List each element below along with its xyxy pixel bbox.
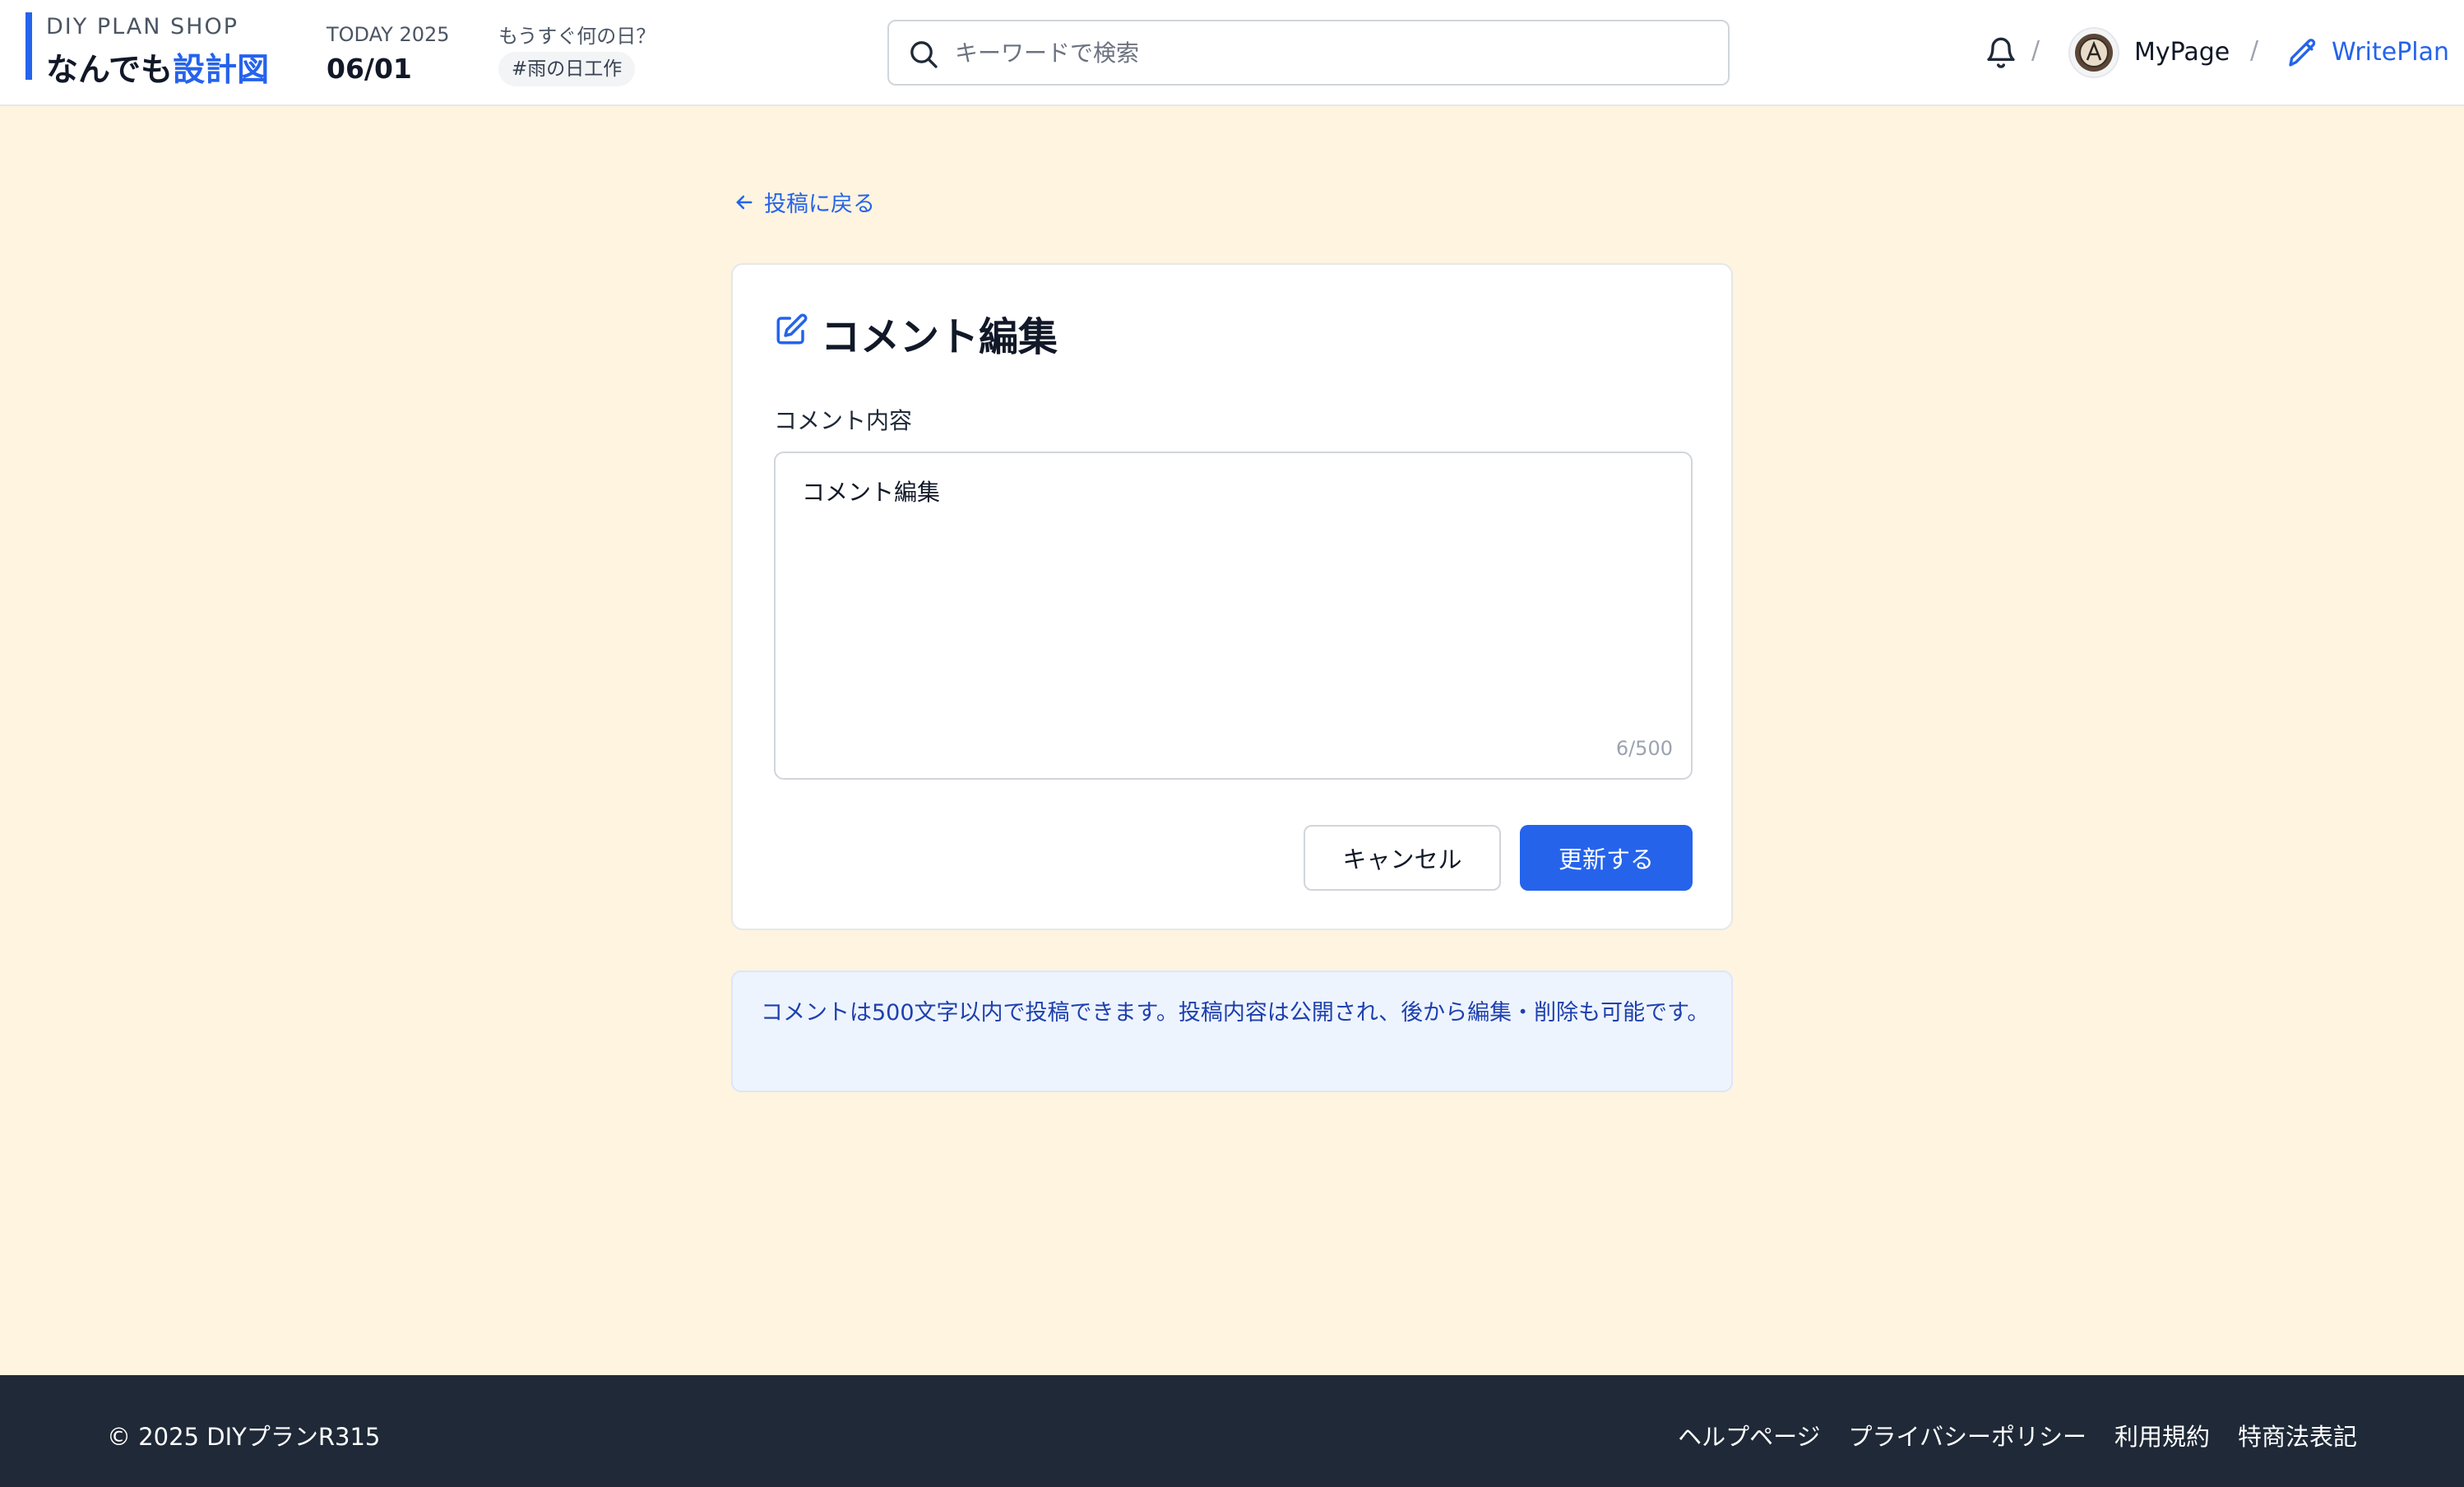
avatar-icon	[2075, 34, 2113, 72]
search-icon	[910, 41, 938, 68]
update-button[interactable]: 更新する	[1520, 825, 1693, 891]
search-box[interactable]	[887, 20, 1730, 86]
comment-edit-card: コメント編集 コメント内容 6/500 キャンセル 更新する	[731, 263, 1733, 930]
site-header: DIY PLAN SHOP なんでも設計図 TODAY 2025 06/01 も…	[0, 0, 2464, 106]
header-separator: /	[2031, 36, 2040, 65]
today-label: TODAY 2025	[327, 23, 450, 46]
arrow-left-icon	[736, 195, 753, 209]
avatar[interactable]	[2068, 27, 2119, 78]
brand-accent-bar	[25, 12, 32, 80]
char-counter: 6/500	[1615, 737, 1673, 760]
footer-link-privacy[interactable]: プライバシーポリシー	[1849, 1418, 2087, 1452]
brand-logo-prefix: なんでも	[46, 52, 174, 89]
comment-field-label: コメント内容	[774, 407, 913, 434]
brand-subtitle[interactable]: DIY PLAN SHOP	[46, 14, 239, 39]
comment-textarea-wrapper: 6/500	[774, 452, 1693, 780]
notice-text: コメントは500文字以内で投稿できます。投稿内容は公開され、後から編集・削除も可…	[761, 1000, 1710, 1026]
site-footer: © 2025 DIYプランR315 ヘルプページ プライバシーポリシー 利用規約…	[0, 1375, 2464, 1487]
footer-links: ヘルプページ プライバシーポリシー 利用規約 特商法表記	[1650, 1418, 2357, 1452]
pencil-icon[interactable]	[2286, 36, 2319, 69]
search-input[interactable]	[955, 21, 1711, 84]
comment-textarea[interactable]	[802, 476, 1657, 723]
brand-logo-accent: 設計図	[173, 52, 270, 89]
today-date: 06/01	[327, 53, 412, 85]
header-separator: /	[2250, 36, 2259, 65]
upcoming-day-tag[interactable]: #雨の日工作	[498, 52, 636, 86]
edit-icon	[776, 313, 808, 345]
footer-link-help[interactable]: ヘルプページ	[1678, 1418, 1820, 1452]
brand-logo[interactable]: なんでも設計図	[46, 44, 269, 90]
bell-icon[interactable]	[1985, 35, 2017, 71]
mypage-link[interactable]: MyPage	[2134, 38, 2230, 67]
back-link-label: 投稿に戻る	[764, 192, 875, 217]
copyright-text: © 2025 DIYプランR315	[107, 1423, 381, 1451]
info-notice: コメントは500文字以内で投稿できます。投稿内容は公開され、後から編集・削除も可…	[731, 970, 1733, 1092]
footer-link-terms[interactable]: 利用規約	[2114, 1418, 2210, 1452]
back-to-post-link[interactable]: 投稿に戻る	[733, 186, 875, 218]
cancel-button[interactable]: キャンセル	[1304, 825, 1501, 891]
footer-link-commerce-law[interactable]: 特商法表記	[2238, 1418, 2357, 1452]
upcoming-day-label: もうすぐ何の日？	[498, 25, 656, 48]
writeplan-link[interactable]: WritePlan	[2332, 38, 2449, 67]
page-title: コメント編集	[821, 314, 1058, 360]
